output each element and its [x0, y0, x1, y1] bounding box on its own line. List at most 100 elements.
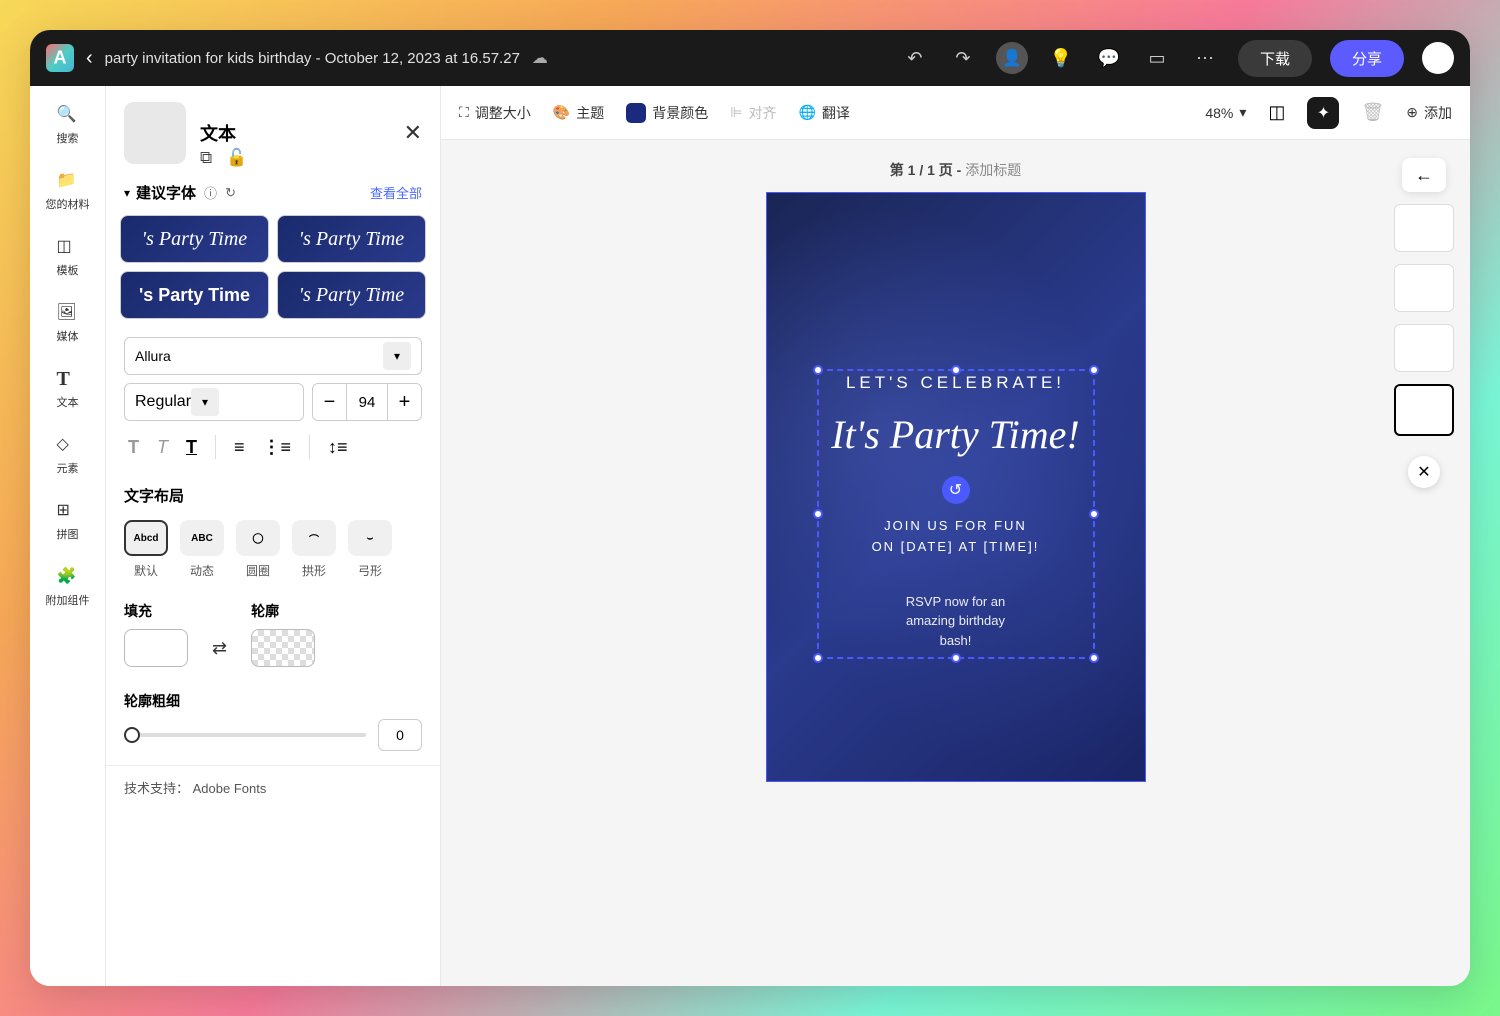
resize-handle[interactable] — [951, 653, 961, 663]
font-size-stepper[interactable]: − + — [312, 383, 422, 421]
resize-button[interactable]: ⛶调整大小 — [459, 103, 531, 123]
font-size-input[interactable] — [347, 384, 387, 420]
rail-elements[interactable]: ◇元素 — [57, 434, 79, 476]
duplicate-icon[interactable]: ⧉ — [200, 148, 212, 168]
page-thumbnail-active[interactable] — [1394, 384, 1454, 436]
artboard[interactable]: LET'S CELEBRATE! It's Party Time! ↺ JOIN… — [766, 192, 1146, 782]
underline-icon[interactable]: T — [186, 437, 197, 458]
top-bar: ‹ party invitation for kids birthday - O… — [30, 30, 1470, 86]
font-style-dropdown[interactable]: Regular ▾ — [124, 383, 304, 421]
back-button[interactable]: ‹ — [86, 47, 93, 70]
resize-icon: ⛶ — [459, 104, 469, 121]
delete-icon[interactable]: 🗑 — [1361, 102, 1384, 123]
layout-default[interactable]: Abcd默认 — [124, 520, 168, 579]
download-button[interactable]: 下载 — [1238, 40, 1312, 77]
redo-button[interactable]: ↷ — [948, 43, 978, 73]
cloud-sync-icon[interactable]: ☁ — [532, 48, 548, 68]
increase-button[interactable]: + — [387, 384, 421, 420]
right-thumbnail-rail: ← ✕ — [1394, 158, 1454, 488]
rail-media[interactable]: 🖼媒体 — [57, 302, 79, 344]
add-button[interactable]: ⊕添加 — [1406, 103, 1452, 123]
lightbulb-icon[interactable]: 💡 — [1046, 43, 1076, 73]
animate-icon[interactable]: ✦ — [1307, 97, 1339, 129]
document-title: party invitation for kids birthday - Oct… — [105, 50, 520, 67]
revert-badge-icon[interactable]: ↺ — [942, 476, 970, 504]
decrease-button[interactable]: − — [313, 384, 347, 420]
outline-label: 轮廓 — [251, 601, 315, 621]
outline-color-swatch[interactable] — [251, 629, 315, 667]
translate-icon: 🌐 — [798, 104, 815, 121]
canvas-toolbar: ⛶调整大小 🎨主题 背景颜色 ⊫对齐 🌐翻译 48% ▾ ◫ ✦ 🗑 ⊕添加 — [441, 86, 1470, 140]
canvas-area: ⛶调整大小 🎨主题 背景颜色 ⊫对齐 🌐翻译 48% ▾ ◫ ✦ 🗑 ⊕添加 第… — [441, 86, 1470, 986]
list-icon[interactable]: ⋮≡ — [263, 437, 292, 458]
text-join-us[interactable]: JOIN US FOR FUN ON [DATE] AT [TIME]! — [791, 516, 1121, 558]
refresh-icon[interactable]: ↻ — [225, 185, 236, 201]
lock-icon[interactable]: 🔓 — [226, 148, 247, 168]
add-title-link[interactable]: 添加标题 — [965, 162, 1021, 178]
outline-thickness-label: 轮廓粗细 — [124, 691, 422, 711]
rail-templates[interactable]: ◫模板 — [57, 236, 79, 278]
undo-button[interactable]: ↶ — [900, 43, 930, 73]
fill-label: 填充 — [124, 601, 188, 621]
align-icon[interactable]: ≡ — [234, 437, 245, 458]
font-family-dropdown[interactable]: Allura ▾ — [124, 337, 422, 375]
rail-grid[interactable]: ⊞拼图 — [57, 500, 79, 542]
bg-color-button[interactable]: 背景颜色 — [626, 103, 708, 123]
collapse-rail-button[interactable]: ← — [1402, 158, 1446, 192]
chevron-down-icon: ▾ — [191, 388, 219, 416]
share-button[interactable]: 分享 — [1330, 40, 1404, 77]
thickness-input[interactable] — [378, 719, 422, 751]
palette-icon: 🎨 — [553, 104, 570, 121]
chevron-down-icon[interactable]: ▾ — [124, 186, 130, 200]
text-layout-label: 文字布局 — [124, 485, 422, 506]
text-party-time[interactable]: It's Party Time! — [791, 411, 1121, 458]
bg-color-chip — [626, 103, 646, 123]
panel-footer: 技术支持： Adobe Fonts — [106, 765, 440, 809]
thickness-slider[interactable] — [124, 733, 366, 737]
font-sample-1[interactable]: 's Party Time — [120, 215, 269, 263]
layout-arch[interactable]: ⌒拱形 — [292, 520, 336, 579]
suggested-fonts-label: 建议字体 — [136, 182, 196, 203]
layout-dynamic[interactable]: ABC动态 — [180, 520, 224, 579]
fill-color-swatch[interactable] — [124, 629, 188, 667]
rail-search[interactable]: 🔍搜索 — [57, 104, 79, 146]
swap-icon[interactable]: ⇄ — [212, 638, 227, 659]
resize-handle[interactable] — [813, 653, 823, 663]
italic-icon[interactable]: T — [157, 437, 168, 458]
theme-button[interactable]: 🎨主题 — [553, 103, 604, 123]
rail-text[interactable]: T文本 — [57, 368, 79, 410]
resize-handle[interactable] — [1089, 653, 1099, 663]
font-sample-2[interactable]: 's Party Time — [277, 215, 426, 263]
more-icon[interactable]: ⋯ — [1190, 43, 1220, 73]
page-thumbnail[interactable] — [1394, 264, 1454, 312]
align-button: ⊫对齐 — [730, 103, 776, 123]
view-all-link[interactable]: 查看全部 — [370, 183, 422, 202]
page-thumbnail[interactable] — [1394, 324, 1454, 372]
line-height-icon[interactable]: ↕≡ — [328, 437, 348, 458]
layout-bow[interactable]: ⌣弓形 — [348, 520, 392, 579]
info-icon[interactable]: ⓘ — [204, 183, 217, 202]
close-panel-button[interactable]: ✕ — [404, 120, 422, 146]
translate-button[interactable]: 🌐翻译 — [798, 103, 849, 123]
user-avatar[interactable] — [1422, 42, 1454, 74]
comment-icon[interactable]: 💬 — [1094, 43, 1124, 73]
close-rail-button[interactable]: ✕ — [1408, 456, 1440, 488]
chevron-down-icon: ▾ — [383, 342, 411, 370]
layers-icon[interactable]: ◫ — [1268, 102, 1285, 123]
rail-materials[interactable]: 📁您的材料 — [46, 170, 90, 212]
layout-circle[interactable]: ◯圆圈 — [236, 520, 280, 579]
app-logo[interactable] — [46, 44, 74, 72]
page-indicator: 第 1 / 1 页 - 添加标题 — [441, 160, 1470, 180]
invite-user-icon[interactable]: 👤 — [996, 42, 1028, 74]
plus-icon: ⊕ — [1406, 104, 1418, 121]
page-thumbnail[interactable] — [1394, 204, 1454, 252]
text-rsvp[interactable]: RSVP now for an amazing birthday bash! — [791, 592, 1121, 651]
font-sample-4[interactable]: 's Party Time — [277, 271, 426, 319]
chevron-down-icon: ▾ — [1239, 104, 1246, 121]
text-celebrate[interactable]: LET'S CELEBRATE! — [791, 373, 1121, 393]
uppercase-icon[interactable]: T — [128, 437, 139, 458]
zoom-dropdown[interactable]: 48% ▾ — [1205, 104, 1246, 121]
rail-addons[interactable]: 🧩附加组件 — [46, 566, 90, 608]
font-sample-3[interactable]: 's Party Time — [120, 271, 269, 319]
screens-icon[interactable]: ▭ — [1142, 43, 1172, 73]
